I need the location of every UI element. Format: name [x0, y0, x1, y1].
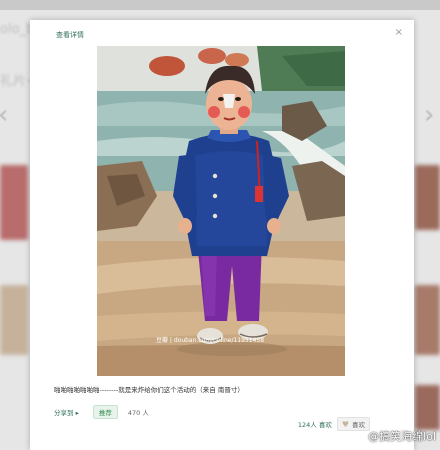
photo-detail-modal: 查看详情 × 豆瓣 | douban.com/online/11951458 啪… — [30, 20, 414, 450]
recommend-count: 470 人 — [127, 409, 149, 417]
background-prev-arrow-icon: ‹ — [0, 100, 8, 130]
background-topbar — [0, 0, 440, 10]
corner-watermark: @搞笑海绵lol — [368, 430, 436, 443]
background-thumbnail — [415, 285, 440, 355]
likes-row: 124人 喜欢 ♥ 喜欢 — [298, 417, 370, 431]
background-thumbnail — [0, 285, 28, 355]
main-photo[interactable] — [97, 46, 345, 376]
photo-watermark: 豆瓣 | douban.com/online/11951458 — [156, 337, 265, 344]
close-button[interactable]: × — [395, 28, 403, 38]
background-next-arrow-icon: › — [424, 100, 435, 130]
background-thumbnail — [0, 165, 28, 240]
close-icon: × — [394, 27, 403, 38]
heart-icon: ♥ — [341, 419, 349, 429]
photo-caption: 啪啪啪啪啪啪啪--------就是来炸给你们这个活动的（来自 南晋寸） — [54, 386, 244, 394]
background-thumbnail — [415, 165, 440, 230]
share-link[interactable]: 分享到 ▸ — [54, 407, 79, 417]
likes-count[interactable]: 124人 喜欢 — [298, 419, 332, 429]
action-row: 分享到 ▸ 推荐 470 人 — [54, 405, 149, 419]
background-thumbnail — [415, 385, 440, 430]
modal-title: 查看详情 — [56, 31, 84, 39]
recommend-button[interactable]: 推荐 — [92, 405, 118, 419]
photo-illustration — [97, 46, 345, 376]
like-button[interactable]: ♥ 喜欢 — [336, 417, 370, 431]
like-button-label: 喜欢 — [352, 421, 365, 429]
